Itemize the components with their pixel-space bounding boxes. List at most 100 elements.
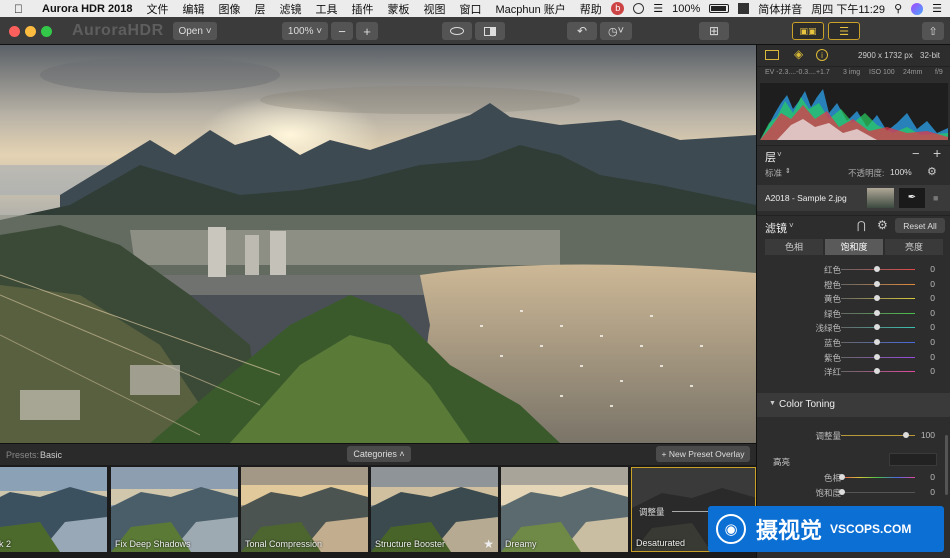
image-viewer[interactable]	[0, 45, 756, 443]
mask-icon[interactable]: ⋂	[857, 219, 866, 232]
share-button[interactable]: ⇧	[922, 22, 944, 40]
categories-button[interactable]: Categories ˄	[347, 446, 411, 462]
highlights-hue-slider[interactable]: 色相 0	[757, 471, 950, 484]
history-button[interactable]: ◷ ˅	[600, 22, 632, 40]
input-method[interactable]: 简体拼音	[758, 1, 802, 17]
layer-item[interactable]: A2018 - Sample 2.jpg ✒ ■	[757, 185, 950, 211]
compare-button[interactable]	[475, 22, 505, 40]
saturation-slider[interactable]: 洋红 0	[757, 365, 950, 378]
right-panel: ◈ i 2900 x 1732 px 32-bit EV -2.3....-0.…	[756, 45, 950, 558]
tab-saturation[interactable]: 饱和度	[825, 239, 883, 255]
notification-center-icon[interactable]: ☰	[932, 2, 942, 15]
search-icon[interactable]: ⚲	[894, 2, 902, 15]
undo-button[interactable]: ↶	[567, 22, 597, 40]
menu-view[interactable]: 视图	[423, 1, 445, 17]
add-layer-icon[interactable]: +	[933, 145, 941, 161]
mask-brush-icon[interactable]: ✒	[899, 188, 925, 208]
presets-group[interactable]: Basic	[40, 450, 62, 460]
maximize-window-button[interactable]	[41, 26, 52, 37]
layers-view-button[interactable]: ▣▣	[792, 22, 824, 40]
saturation-slider[interactable]: 蓝色 0	[757, 336, 950, 349]
blend-mode-select[interactable]: 标准	[765, 167, 782, 179]
preview-eye-button[interactable]	[442, 22, 472, 40]
menu-plugins[interactable]: 插件	[351, 1, 373, 17]
saturation-slider[interactable]: 浅绿色 0	[757, 321, 950, 334]
menu-edit[interactable]: 编辑	[182, 1, 204, 17]
menu-file[interactable]: 文件	[146, 1, 168, 17]
new-preset-overlay-button[interactable]: + New Preset Overlay	[656, 446, 750, 462]
slider-knob[interactable]	[874, 280, 880, 287]
tab-hue[interactable]: 色相	[765, 239, 823, 255]
menu-tools[interactable]: 工具	[315, 1, 337, 17]
preset-thumb-fix-deep-shadows[interactable]: Fix Deep Shadows	[111, 467, 238, 552]
slider-knob[interactable]	[874, 368, 880, 375]
highlights-saturation-slider[interactable]: 饱和度 0	[757, 486, 950, 499]
saturation-slider[interactable]: 黄色 0	[757, 292, 950, 305]
preset-thumb-look-2[interactable]: Look 2	[0, 467, 107, 552]
layers-stack-icon[interactable]: ◈	[794, 47, 803, 61]
input-method-icon[interactable]	[738, 3, 750, 14]
close-window-button[interactable]	[9, 26, 20, 37]
open-button[interactable]: Open ˅	[173, 22, 217, 40]
preset-thumb-tonal-compression[interactable]: Tonal Compression	[241, 467, 368, 552]
minimize-window-button[interactable]	[25, 26, 36, 37]
crop-button[interactable]: ⊞	[699, 22, 729, 40]
menu-app-name[interactable]: Aurora HDR 2018	[42, 3, 132, 15]
slider-knob[interactable]	[874, 309, 880, 316]
status-circle-icon[interactable]	[633, 3, 645, 14]
panel-scrollbar[interactable]	[945, 435, 948, 495]
preset-thumb-structure-booster[interactable]: Structure Booster ★	[371, 467, 498, 552]
preset-thumb-dreamy[interactable]: Dreamy	[501, 467, 628, 552]
chevron-down-icon[interactable]: ˅	[777, 150, 782, 159]
slider-knob[interactable]	[839, 489, 845, 495]
menu-mask[interactable]: 蒙板	[387, 1, 409, 17]
presets-bar: Presets: Basic Categories ˄ + New Preset…	[0, 443, 756, 465]
slider-knob[interactable]	[839, 474, 845, 480]
menu-image[interactable]: 图像	[218, 1, 240, 17]
slider-knob[interactable]	[903, 432, 909, 438]
clock[interactable]: 周四 下午11:29	[811, 1, 885, 17]
saturation-slider[interactable]: 橙色 0	[757, 278, 950, 291]
image-info-icon[interactable]	[765, 50, 779, 60]
layer-settings-icon[interactable]: ⚙	[927, 165, 937, 178]
slider-knob[interactable]	[874, 339, 880, 345]
chevron-down-icon[interactable]: ˅	[789, 221, 794, 230]
menu-window[interactable]: 窗口	[459, 1, 481, 17]
color-toning-header[interactable]: ▼ Color Toning	[757, 393, 950, 417]
siri-icon[interactable]	[911, 2, 924, 15]
reset-all-button[interactable]: Reset All	[895, 218, 945, 233]
highlights-color-swatch[interactable]	[889, 453, 937, 466]
battery-icon[interactable]	[709, 4, 730, 13]
filters-title[interactable]: 滤镜	[765, 220, 787, 236]
adjust-panel-button[interactable]: ☰	[828, 22, 860, 40]
slider-knob[interactable]	[874, 266, 880, 272]
toning-amount-slider[interactable]: 调整量 100	[757, 429, 950, 442]
slider-knob[interactable]	[874, 353, 880, 360]
zoom-in-button[interactable]: +	[356, 22, 378, 40]
slider-knob[interactable]	[874, 295, 880, 302]
lock-icon[interactable]: ■	[933, 193, 938, 203]
opacity-value[interactable]: 100%	[890, 167, 912, 177]
status-b-icon[interactable]: b	[611, 2, 625, 15]
gear-icon[interactable]: ⚙	[877, 218, 888, 232]
saturation-slider[interactable]: 绿色 0	[757, 307, 950, 320]
favorite-star-icon[interactable]: ★	[483, 537, 494, 551]
wifi-icon[interactable]: ☰	[653, 2, 663, 15]
menu-help[interactable]: 帮助	[580, 1, 602, 17]
remove-layer-icon[interactable]: −	[912, 146, 920, 161]
layers-title[interactable]: 层	[765, 149, 776, 165]
layer-blend-row: 标准 ⇕ 不透明度: 100% ⚙	[757, 165, 950, 179]
saturation-slider[interactable]: 红色 0	[757, 263, 950, 276]
zoom-out-button[interactable]: −	[331, 22, 353, 40]
info-circle-icon[interactable]: i	[816, 49, 828, 61]
tab-luminance[interactable]: 亮度	[885, 239, 943, 255]
saturation-slider[interactable]: 紫色 0	[757, 351, 950, 364]
menu-layer[interactable]: 层	[254, 1, 265, 17]
menu-account[interactable]: Macphun 账户	[495, 1, 565, 17]
split-view-icon	[484, 26, 496, 36]
zoom-select[interactable]: 100% ˅	[282, 22, 328, 40]
slider-knob[interactable]	[874, 324, 880, 331]
menu-filter[interactable]: 滤镜	[279, 1, 301, 17]
apple-icon[interactable]: 	[14, 2, 28, 16]
chevron-down-icon: ˅	[205, 25, 212, 37]
